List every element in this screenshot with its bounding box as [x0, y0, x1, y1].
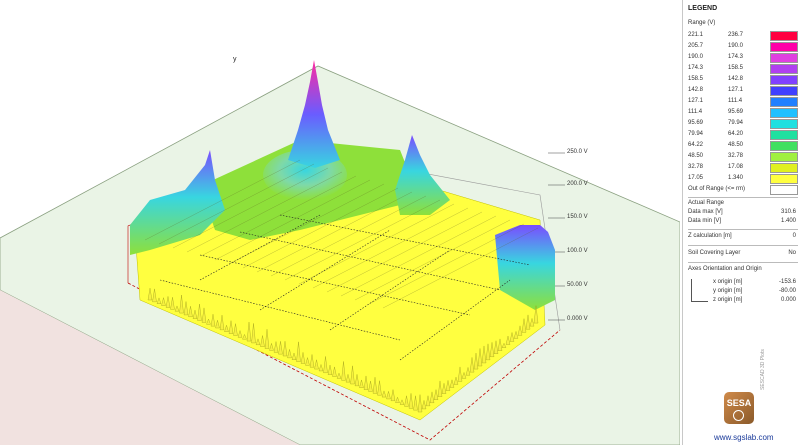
legend-row: 190.0 174.3 — [688, 53, 798, 64]
legend-high: 158.5 — [728, 65, 744, 71]
legend-low: 64.22 — [688, 142, 704, 148]
z-scale-label: 150.0 V — [567, 214, 588, 220]
legend-swatch — [770, 42, 798, 52]
data-max-label: Data max [V] — [688, 209, 723, 215]
legend-row: 95.69 79.94 — [688, 119, 798, 130]
y-axis-label: y — [233, 56, 237, 63]
legend-low: 174.3 — [688, 65, 704, 71]
legend-low: 205.7 — [688, 43, 704, 49]
x-origin-label: x origin [m] — [713, 279, 743, 285]
z-calc-label: Z calculation [m] — [688, 233, 732, 239]
legend-high: 142.8 — [728, 76, 744, 82]
3d-surface-plot[interactable] — [0, 0, 680, 445]
legend-divider — [688, 262, 798, 263]
legend-high: 32.78 — [728, 153, 744, 159]
legend-divider — [688, 229, 798, 230]
legend-high: 127.1 — [728, 87, 744, 93]
z-calc-value: 0 — [792, 233, 796, 239]
vertical-footer-note: SESCAD 3D Plots — [760, 349, 766, 390]
legend-swatch — [770, 108, 798, 118]
legend-row: 48.50 32.78 — [688, 152, 798, 163]
z-origin-value: 0.000 — [780, 297, 796, 303]
legend-row-out-of-range: Out of Range (<= rm) — [688, 185, 798, 196]
legend-divider — [688, 197, 798, 198]
legend-low: 17.05 — [688, 175, 704, 181]
legend-swatch — [770, 152, 798, 162]
y-origin-value: -80.00 — [778, 288, 796, 294]
y-origin-label: y origin [m] — [713, 288, 743, 294]
data-min-label: Data min [V] — [688, 218, 722, 224]
legend-row: 17.05 1.340 — [688, 174, 798, 185]
legend-low: 190.0 — [688, 54, 704, 60]
legend-range-header: Range (V) — [688, 20, 716, 26]
legend-divider — [688, 245, 798, 246]
legend-row: 111.4 95.69 — [688, 108, 798, 119]
legend-swatch — [770, 97, 798, 107]
legend-high: 111.4 — [728, 98, 743, 104]
z-scale-label: 50.00 V — [567, 282, 588, 288]
website-link[interactable]: www.sgslab.com — [714, 433, 774, 442]
z-origin-label: z origin [m] — [713, 297, 743, 303]
z-scale-label: 0.000 V — [567, 316, 588, 322]
legend-swatch — [770, 141, 798, 151]
actual-range-label: Actual Range — [688, 200, 725, 206]
legend-high: 95.69 — [728, 109, 744, 115]
plot-viewport[interactable]: y 250.0 V 200.0 V 150.0 V 100.0 V 50.00 … — [0, 0, 680, 445]
x-origin-value: -153.6 — [778, 279, 796, 285]
legend-low: 48.50 — [688, 153, 704, 159]
legend-swatch — [770, 53, 798, 63]
soil-layer-label: Soil Covering Layer — [688, 250, 741, 256]
legend-low: 95.69 — [688, 120, 704, 126]
z-scale-label: 100.0 V — [567, 248, 588, 254]
legend-high: 64.20 — [728, 131, 744, 137]
legend-swatch — [770, 163, 798, 173]
legend-out-of-range-label: Out of Range (<= rm) — [688, 186, 746, 192]
legend-high: 236.7 — [728, 32, 744, 38]
legend-low: 221.1 — [688, 32, 704, 38]
z-scale-label: 200.0 V — [567, 181, 588, 187]
soil-layer-value: No — [788, 250, 796, 256]
legend-title: LEGEND — [688, 5, 718, 12]
legend-low: 158.5 — [688, 76, 704, 82]
globe-icon — [733, 410, 744, 421]
legend-row: 79.94 64.20 — [688, 130, 798, 141]
legend-swatch — [770, 31, 798, 41]
legend-swatch — [770, 75, 798, 85]
legend-row: 127.1 111.4 — [688, 97, 798, 108]
legend-high: 79.94 — [728, 120, 744, 126]
legend-swatch — [770, 86, 798, 96]
legend-low: 32.78 — [688, 164, 704, 170]
legend-swatch — [770, 64, 798, 74]
brand-text: SESA — [726, 398, 752, 408]
legend-high: 17.08 — [728, 164, 744, 170]
legend-high: 174.3 — [728, 54, 744, 60]
legend-row: 174.3 158.5 — [688, 64, 798, 75]
z-scale-label: 250.0 V — [567, 149, 588, 155]
data-min-value: 1.400 — [780, 218, 796, 224]
legend-row: 158.5 142.8 — [688, 75, 798, 86]
legend-low: 142.8 — [688, 87, 704, 93]
axes-orientation-icon — [691, 279, 708, 302]
legend-row: 32.78 17.08 — [688, 163, 798, 174]
legend-high: 190.0 — [728, 43, 744, 49]
data-max-value: 310.6 — [780, 209, 796, 215]
legend-high: 48.50 — [728, 142, 744, 148]
legend-high: 1.340 — [728, 175, 744, 181]
legend-low: 111.4 — [688, 109, 703, 115]
legend-row: 142.8 127.1 — [688, 86, 798, 97]
legend-low: 79.94 — [688, 131, 704, 137]
legend-swatch — [770, 130, 798, 140]
axes-orientation-title: Axes Orientation and Origin — [688, 266, 762, 272]
legend-swatch — [770, 119, 798, 129]
legend-row: 64.22 48.50 — [688, 141, 798, 152]
sesa-logo[interactable]: SESA — [724, 392, 754, 424]
legend-swatch — [770, 185, 798, 195]
legend-low: 127.1 — [688, 98, 704, 104]
legend-swatch — [770, 174, 798, 184]
legend-row: 205.7 190.0 — [688, 42, 798, 53]
legend-row: 221.1 236.7 — [688, 31, 798, 42]
